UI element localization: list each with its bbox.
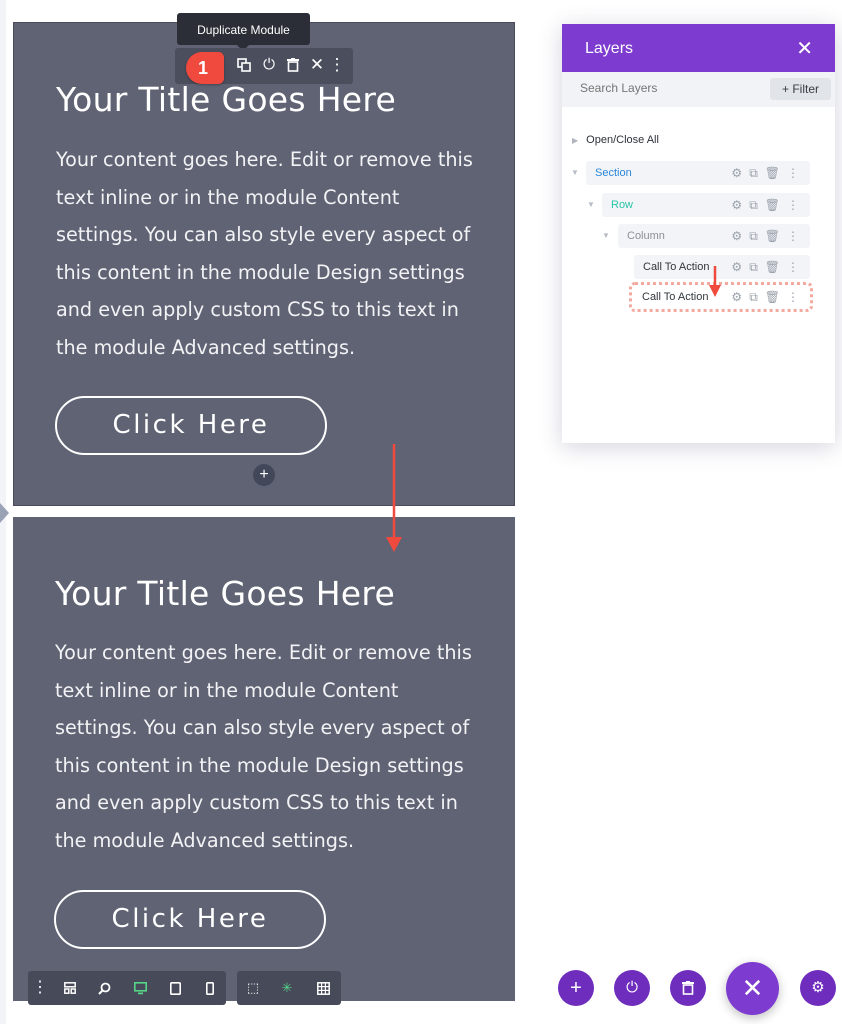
close-icon[interactable]: ✕ [726,962,779,1015]
phone-icon[interactable] [200,976,220,1000]
cta-button[interactable]: Click Here [55,396,327,455]
more-icon[interactable]: ⋮ [326,53,348,77]
module-title: Your Title Goes Here [55,574,396,613]
cta-module-1[interactable]: Your Title Goes Here Your content goes h… [13,22,515,506]
row-handle-icon[interactable] [0,503,10,523]
layer-row[interactable]: Row ⚙⧉🗑⋮ [602,193,810,217]
trash-icon[interactable]: 🗑 [765,229,787,243]
duplicate-icon[interactable] [233,53,255,77]
cta-button[interactable]: Click Here [54,890,326,949]
grid-icon[interactable] [313,976,333,1000]
layers-header: Layers ✕ [562,24,835,72]
layers-panel: Layers ✕ + Filter ▶ Open/Close All ▼ Sect… [562,24,835,443]
cta-module-2[interactable]: Your Title Goes Here Your content goes h… [13,517,515,1001]
caret-down-icon[interactable]: ▼ [587,200,595,209]
duplicate-icon[interactable]: ⧉ [749,260,765,274]
settings-icon[interactable]: ⚙ [800,970,836,1006]
layer-column[interactable]: Column ⚙⧉🗑⋮ [618,224,810,248]
layer-section[interactable]: Section ⚙⧉🗑⋮ [586,161,810,185]
layer-actions: ⚙⧉🗑⋮ [731,255,806,279]
down-arrow-annotation [709,266,721,297]
layer-label: Row [611,199,634,211]
open-close-all-label: Open/Close All [586,134,659,146]
mode-toolbar: ⬚ ✳ [237,971,341,1005]
step-badge: 1 [186,52,224,84]
duplicate-icon[interactable]: ⧉ [749,290,765,304]
trash-icon[interactable] [282,53,304,77]
layer-actions: ⚙⧉🗑⋮ [731,161,806,185]
caret-down-icon[interactable]: ▼ [602,231,610,240]
view-toolbar: ⋮ [28,971,226,1005]
layers-title: Layers [585,40,634,57]
module-title: Your Title Goes Here [56,80,397,119]
gear-icon[interactable]: ⚙ [731,166,749,180]
close-icon[interactable]: ✕ [796,36,813,61]
layer-module[interactable]: Call To Action ⚙⧉🗑⋮ [634,255,810,279]
duplicate-module-tooltip: Duplicate Module [177,13,310,51]
gear-icon[interactable]: ⚙ [731,198,749,212]
duplicate-icon[interactable]: ⧉ [749,166,765,180]
open-close-all[interactable]: ▶ Open/Close All [572,134,659,146]
down-arrow-annotation [386,444,402,552]
desktop-icon[interactable] [130,976,150,1000]
layer-label: Column [627,230,665,242]
caret-down-icon[interactable]: ▼ [571,168,579,177]
zoom-icon[interactable] [94,976,114,1000]
layer-label: Section [595,167,632,179]
more-icon[interactable]: ⋮ [787,290,806,304]
duplicate-icon[interactable]: ⧉ [749,198,765,212]
more-icon[interactable]: ⋮ [787,229,806,243]
search-input[interactable] [580,81,760,95]
layer-actions: ⚙⧉🗑⋮ [731,193,806,217]
trash-icon[interactable] [670,970,706,1006]
trash-icon[interactable]: 🗑 [765,198,787,212]
more-icon[interactable]: ⋮ [30,976,50,1000]
module-content: Your content goes here. Edit or remove t… [55,641,472,852]
layer-actions: ⚙⧉🗑⋮ [731,224,806,248]
close-icon[interactable]: ✕ [306,53,328,77]
wireframe-icon[interactable] [60,976,80,1000]
duplicate-icon[interactable]: ⧉ [749,229,765,243]
select-icon[interactable]: ⬚ [243,976,263,1000]
tablet-icon[interactable] [165,976,185,1000]
add-module-button[interactable]: + [253,464,275,486]
more-icon[interactable]: ⋮ [787,198,806,212]
click-mode-icon[interactable]: ✳ [277,976,297,1000]
layer-label: Call To Action [642,291,709,303]
trash-icon[interactable]: 🗑 [765,166,787,180]
filter-button[interactable]: + Filter [770,78,831,100]
caret-right-icon: ▶ [572,136,579,145]
power-icon[interactable]: ⏻ [614,970,650,1006]
gear-icon[interactable]: ⚙ [731,290,749,304]
layer-label: Call To Action [643,261,710,273]
add-icon[interactable]: + [558,970,594,1006]
layer-actions: ⚙⧉🗑⋮ [731,285,806,309]
module-content: Your content goes here. Edit or remove t… [56,148,473,359]
gear-icon[interactable]: ⚙ [731,260,749,274]
power-icon[interactable]: ⏻ [258,53,280,77]
more-icon[interactable]: ⋮ [787,166,806,180]
layers-search-bar: + Filter [562,72,835,107]
gear-icon[interactable]: ⚙ [731,229,749,243]
more-icon[interactable]: ⋮ [787,260,806,274]
trash-icon[interactable]: 🗑 [765,260,787,274]
trash-icon[interactable]: 🗑 [765,290,787,304]
